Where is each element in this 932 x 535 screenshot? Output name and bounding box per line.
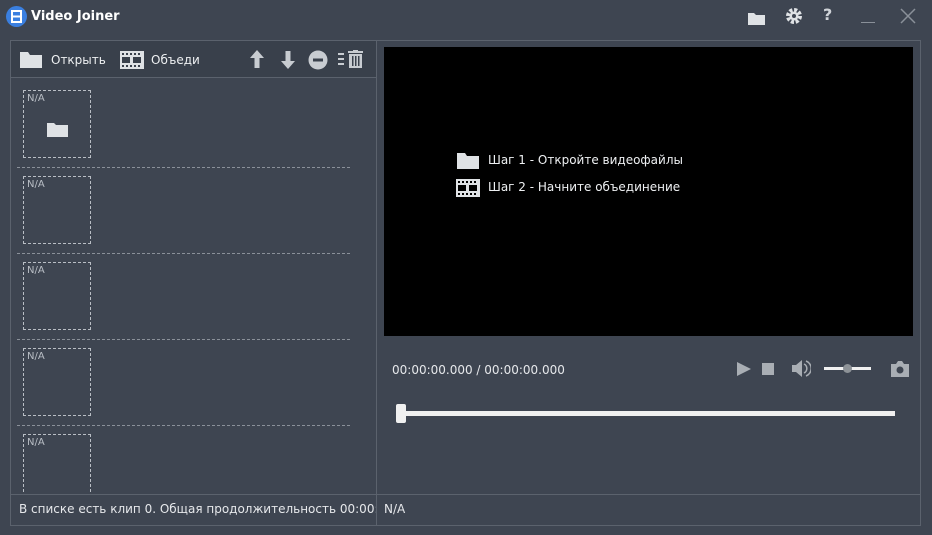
film-icon (456, 179, 480, 197)
move-up-icon[interactable] (250, 50, 264, 71)
app-title: Video Joiner (31, 9, 120, 24)
app-logo-icon (6, 6, 27, 27)
step-2-text: Шаг 2 - Начните объединение (488, 180, 681, 194)
folder-icon (20, 52, 42, 71)
time-display: 00:00:00.000 / 00:00:00.000 (392, 363, 565, 377)
remove-icon[interactable] (308, 50, 328, 73)
close-icon[interactable] (900, 8, 916, 27)
thumbnail: N/A (23, 262, 91, 330)
thumbnail: N/A (23, 348, 91, 416)
thumbnail: N/A (23, 90, 91, 158)
open-label[interactable]: Открыть (51, 53, 106, 67)
merge-label[interactable]: Объедин (151, 53, 199, 67)
list-item[interactable]: N/A (17, 340, 350, 426)
stop-icon[interactable] (762, 363, 774, 375)
seek-bar-handle[interactable] (396, 404, 406, 423)
thumbnail-label: N/A (27, 265, 45, 276)
film-icon[interactable] (120, 51, 144, 72)
folder-icon (457, 153, 479, 169)
status-divider (376, 494, 377, 525)
play-icon[interactable] (737, 362, 751, 379)
toolbar: Открыть Объедин (11, 41, 376, 78)
move-down-icon[interactable] (281, 51, 295, 72)
list-item[interactable]: N/A (17, 426, 350, 494)
thumbnail-label: N/A (27, 179, 45, 190)
help-icon[interactable]: ? (823, 5, 832, 24)
folder-icon (47, 123, 68, 137)
clear-list-icon[interactable] (338, 50, 365, 71)
status-info: N/A (384, 502, 406, 516)
list-item[interactable]: N/A (17, 254, 350, 340)
folder-icon[interactable] (748, 9, 765, 30)
volume-slider-handle[interactable] (843, 364, 852, 373)
minimize-icon[interactable] (861, 22, 875, 23)
step-1-text: Шаг 1 - Откройте видеофайлы (488, 153, 683, 167)
thumbnail-label: N/A (27, 351, 45, 362)
volume-icon[interactable] (792, 359, 812, 381)
thumbnail: N/A (23, 176, 91, 244)
seek-bar[interactable] (398, 411, 895, 416)
gear-icon[interactable] (785, 7, 803, 30)
thumbnail-label: N/A (27, 93, 45, 104)
list-item[interactable]: N/A (17, 82, 350, 168)
snapshot-camera-icon[interactable] (891, 361, 909, 380)
thumbnail-label: N/A (27, 437, 45, 448)
open-button[interactable] (20, 51, 42, 71)
status-text: В списке есть клип 0. Общая продолжитель… (19, 502, 376, 516)
video-preview[interactable]: Шаг 1 - Откройте видеофайлы Шаг 2 - Начн… (384, 47, 913, 336)
list-item[interactable]: N/A (17, 168, 350, 254)
thumbnail: N/A (23, 434, 91, 494)
